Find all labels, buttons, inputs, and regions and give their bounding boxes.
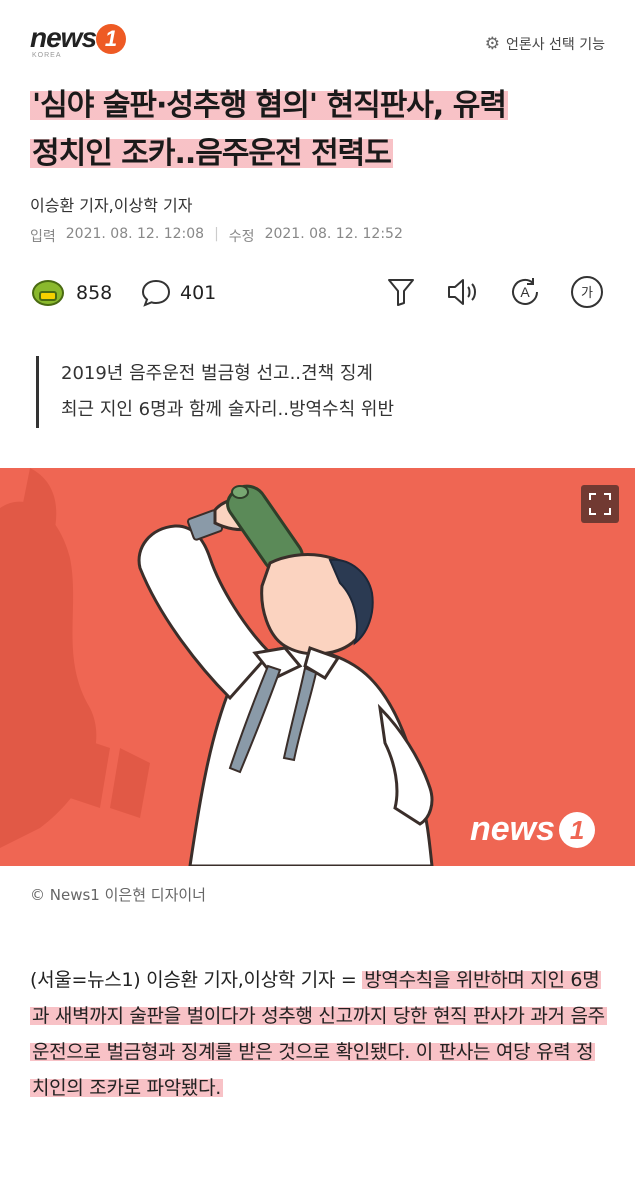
headline-line-2: 정치인 조카..음주운전 전력도 [30, 136, 393, 171]
action-row: 858 401 A 가 [30, 272, 605, 316]
logo-sub: KOREA [32, 52, 62, 59]
drinking-man-illustration [0, 468, 635, 866]
body-intro: (서울=뉴스1) 이승환 기자,이상학 기자 = [30, 969, 363, 991]
photo-caption: © News1 이은현 디자이너 [30, 886, 206, 904]
date-divider: | [214, 226, 219, 242]
speaker-icon[interactable] [445, 272, 481, 312]
article-summary: 2019년 음주운전 벌금형 선고..견책 징계 최근 지인 6명과 함께 술자… [36, 356, 394, 428]
filter-icon[interactable] [383, 272, 419, 312]
logo-badge: 1 [96, 24, 126, 54]
font-size-icon[interactable]: 가 [569, 272, 605, 312]
headline-line-1: '심야 술판·성추행 혐의' 현직판사, 유력 [30, 88, 508, 123]
comments-button[interactable]: 401 [140, 278, 216, 308]
tool-icons: A 가 [383, 272, 605, 312]
translate-glyph: A [520, 284, 530, 300]
gear-icon: ⚙ [484, 33, 500, 54]
angry-emoji-icon [30, 278, 66, 308]
expand-image-button[interactable] [581, 485, 619, 523]
watermark-word: news [470, 810, 556, 848]
logo-word: news [30, 22, 97, 53]
input-time: 2021. 08. 12. 12:08 [65, 226, 205, 242]
reaction-button[interactable]: 858 [30, 278, 112, 308]
summary-line-1: 2019년 음주운전 벌금형 선고..견책 징계 [61, 363, 373, 384]
media-select-label: 언론사 선택 기능 [505, 37, 605, 53]
news1-watermark: news 1 [470, 810, 596, 849]
expand-icon [589, 493, 611, 515]
comment-count: 401 [180, 282, 217, 304]
translate-icon[interactable]: A [507, 272, 543, 312]
comment-bubble-icon [141, 279, 171, 307]
reporter-byline: 이승환 기자,이상학 기자 [30, 196, 193, 215]
article-body: (서울=뉴스1) 이승환 기자,이상학 기자 = 방역수칙을 위반하며 지인 6… [30, 962, 610, 1106]
modify-time: 2021. 08. 12. 12:52 [264, 226, 403, 242]
input-label: 입력 [30, 229, 56, 245]
font-size-glyph: 가 [581, 286, 593, 301]
summary-line-2: 최근 지인 6명과 함께 술자리..방역수칙 위반 [61, 399, 395, 420]
watermark-badge: 1 [559, 811, 596, 848]
article-photo[interactable]: news 1 [0, 468, 635, 866]
top-bar: news 1 KOREA ⚙ 언론사 선택 기능 [0, 0, 635, 80]
modify-label: 수정 [228, 229, 255, 245]
reaction-count: 858 [76, 282, 113, 304]
media-select-button[interactable]: ⚙ 언론사 선택 기능 [485, 34, 605, 54]
article-headline: '심야 술판·성추행 혐의' 현직판사, 유력 정치인 조카..음주운전 전력도 [30, 82, 610, 178]
article-dates: 입력 2021. 08. 12. 12:08 | 수정 2021. 08. 12… [30, 226, 403, 246]
